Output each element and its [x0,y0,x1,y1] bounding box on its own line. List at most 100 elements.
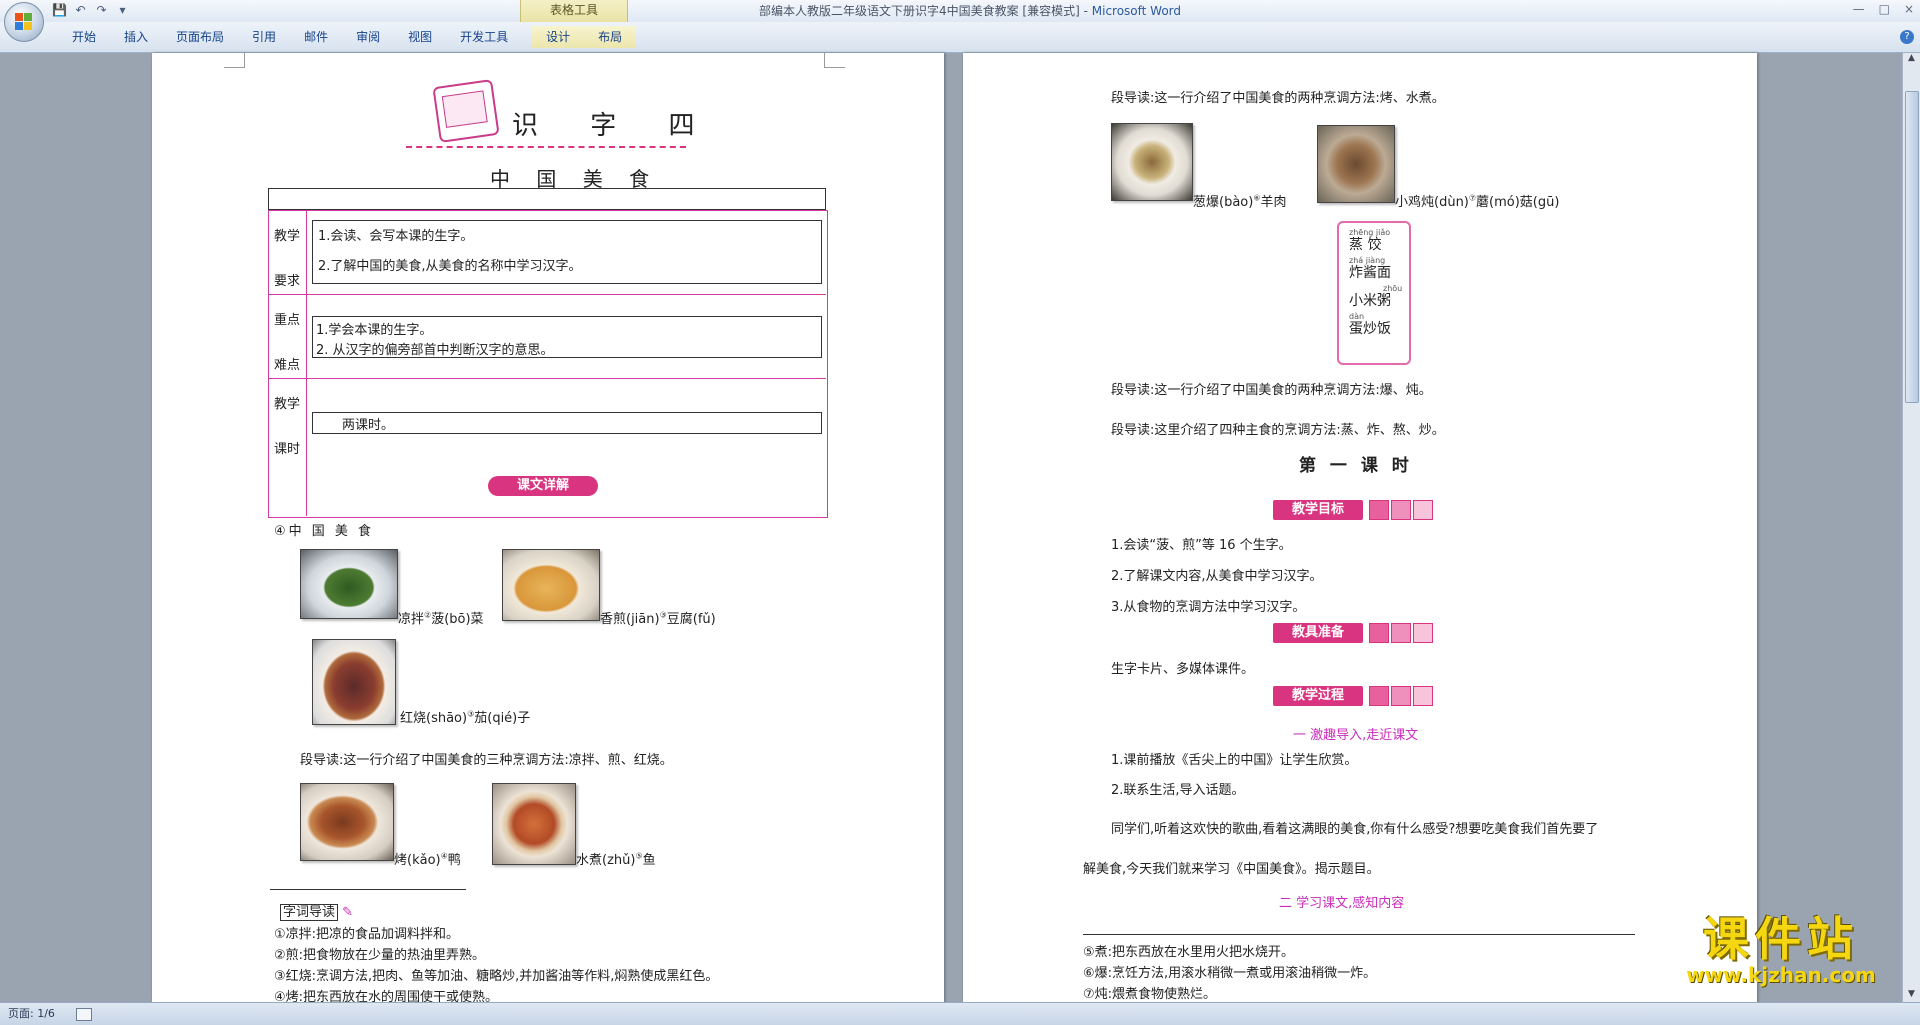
tab-developer[interactable]: 开发工具 [446,26,522,48]
row2-label-line: 重点 [274,313,301,328]
row1-label-line: 教学 [274,229,301,244]
paragraph-guide: 段导读:这一行介绍了中国美食的两种烹调方法:烤、水煮。 [1111,91,1445,106]
tab-insert[interactable]: 插入 [110,26,162,48]
tab-mailings[interactable]: 邮件 [290,26,342,48]
dish-footnote: ⑤ [635,851,643,861]
office-logo-icon [15,13,33,31]
save-icon[interactable]: 💾 [52,3,67,18]
tools-text: 生字卡片、多媒体课件。 [1111,662,1255,677]
dish-footnote: ④ [440,851,448,861]
dish-label-part: 红烧(shāo) [400,711,468,726]
boiled-fish-image [492,783,576,865]
row3-label-line: 课时 [274,442,301,457]
scrollbar-thumb[interactable] [1905,91,1919,403]
customize-qat-icon[interactable]: ▾ [115,3,130,18]
staple-food: 炸酱面 [1349,265,1391,281]
tab-page-layout[interactable]: 页面布局 [162,26,238,48]
dish-label-part: 羊肉 [1260,195,1287,210]
tab-view[interactable]: 视图 [394,26,446,48]
lamb-dish-image [1111,123,1193,201]
staple-food: 蒸 饺 [1349,237,1382,253]
dish-label-part: 茄(qié)子 [474,711,531,726]
scroll-up-arrow-icon[interactable]: ▲ [1903,53,1920,67]
table-tools-group: 表格工具 [520,0,628,22]
dish-label-part: 鸭 [447,853,461,868]
decor-square [1391,686,1411,706]
undo-icon[interactable]: ↶ [73,3,88,18]
row1-label-line: 要求 [274,274,301,289]
paragraph-guide: 段导读:这一行介绍了中国美食的三种烹调方法:凉拌、煎、红烧。 [300,753,673,768]
goal-item: 3.从食物的烹调方法中学习汉字。 [1111,600,1306,615]
redo-icon[interactable]: ↷ [94,3,109,18]
proofing-icon[interactable] [76,1007,93,1021]
intro-text: 同学们,听着这欢快的歌曲,看着这满眼的美食,你有什么感受?想要吃美食我们首先要了 [1111,822,1599,837]
close-button[interactable]: × [1904,2,1914,16]
maximize-button[interactable]: □ [1879,2,1890,16]
watermark-url: www.kjzhan.com [1686,963,1876,987]
pinyin: dàn [1349,312,1365,321]
vertical-scrollbar[interactable]: ▲ ▼ [1902,53,1920,1003]
pinyin: zhá jiàng [1349,256,1386,265]
decor-square [1413,500,1433,520]
row2-item: 2. 从汉字的偏旁部首中判断汉字的意思。 [316,343,554,358]
lesson-title: 识 字 四 [512,111,717,141]
dish-label-part: 蘑(mó)菇(gū) [1476,195,1560,210]
spinach-dish-image [300,549,398,619]
status-bar: 页面: 1/6 [0,1002,1920,1025]
roast-duck-image [300,783,394,861]
paragraph-guide: 段导读:这一行介绍了中国美食的两种烹调方法:爆、炖。 [1111,383,1432,398]
dish-label-part: 豆腐(fǔ) [666,612,716,627]
footnote: ⑥爆:烹饪方法,用滚水稍微一煮或用滚油稍微一炸。 [1083,966,1377,981]
dish-label: 葱爆(bào)⑥羊肉 [1193,191,1287,210]
window-controls: — □ × [1853,2,1914,16]
table-row-divider [268,378,826,379]
help-icon[interactable]: ? [1900,30,1914,44]
table-col-divider [306,210,307,516]
dish-label: 小鸡炖(dùn)⑦蘑(mó)菇(gū) [1395,191,1559,210]
decor-square [1369,623,1389,643]
process-tag: 教学过程 [1273,686,1363,706]
paragraph-guide: 段导读:这里介绍了四种主食的烹调方法:蒸、炸、熬、炒。 [1111,423,1445,438]
row2-label-line: 难点 [274,358,301,373]
tab-table-layout[interactable]: 布局 [584,26,637,48]
notebook-icon [432,79,500,143]
row3-label-line: 教学 [274,397,301,412]
decor-square [1391,500,1411,520]
decor-square [1391,623,1411,643]
page-indicator[interactable]: 页面: 1/6 [0,1007,55,1020]
window-title: 部编本人教版二年级语文下册识字4中国美食教案 [兼容模式] - Microsof… [620,0,1320,22]
dish-label-part: 葱爆(bào) [1193,195,1254,210]
tab-review[interactable]: 审阅 [342,26,394,48]
dish-label: 凉拌②菠(bō)菜 [398,608,484,627]
step-title: 二 学习课文,感知内容 [1279,896,1405,911]
text-title: ④中 国 美 食 [274,524,375,539]
dish-footnote: ③ [659,610,667,620]
decor-square [1413,623,1433,643]
intro-text: 解美食,今天我们就来学习《中国美食》。揭示题目。 [1083,862,1380,877]
scroll-down-arrow-icon[interactable]: ▼ [1903,989,1920,1003]
row3-value: 两课时。 [342,418,395,433]
step-item: 1.课前播放《舌尖上的中国》让学生欣赏。 [1111,753,1358,768]
decor-square [1413,686,1433,706]
footnote: ⑤煮:把东西放在水里用火把水烧开。 [1083,945,1295,960]
dish-footnote: ⑥ [1253,193,1261,203]
minimize-button[interactable]: — [1853,2,1865,16]
row1-label: 教学 要求 [274,225,304,289]
tab-home[interactable]: 开始 [58,26,110,48]
tab-references[interactable]: 引用 [238,26,290,48]
decor-square [1369,686,1389,706]
dish-label: 水煮(zhǔ)⑤鱼 [576,849,656,868]
lesson-heading: 第 一 课 时 [1299,456,1413,476]
decor-square [1369,500,1389,520]
tab-table-design[interactable]: 设计 [532,26,585,48]
office-button[interactable] [4,2,44,42]
dish-label-part: 水煮(zhǔ) [576,853,636,868]
pinyin: zhōu [1383,284,1403,293]
dish-label-part: 小鸡炖(dùn) [1395,195,1469,210]
staple-food: 小米粥 [1349,293,1391,309]
dish-label: 香煎(jiān)③豆腐(fǔ) [600,608,716,627]
dish-label: 红烧(shāo)③茄(qié)子 [400,707,530,726]
table-top-row[interactable] [268,188,826,210]
dish-label-part: 凉拌 [398,612,425,627]
watermark-text: 课件站 [1703,912,1859,966]
